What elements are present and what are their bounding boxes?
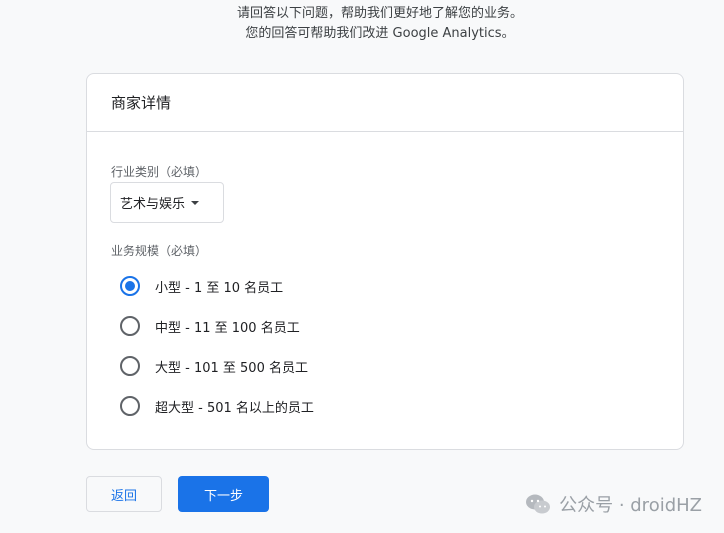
radio-unchecked-icon[interactable] bbox=[120, 356, 140, 376]
intro-line-1: 请回答以下问题，帮助我们更好地了解您的业务。 bbox=[236, 6, 523, 21]
industry-select-value: 艺术与娱乐 bbox=[120, 197, 186, 212]
size-option-large[interactable]: 大型 - 101 至 500 名员工 bbox=[120, 356, 308, 376]
watermark-text: 公众号 · droidHZ bbox=[559, 495, 702, 516]
next-button[interactable]: 下一步 bbox=[178, 476, 269, 512]
size-option-label: 大型 - 101 至 500 名员工 bbox=[155, 360, 308, 376]
industry-label: 行业类别（必填） bbox=[111, 165, 208, 179]
size-option-label: 中型 - 11 至 100 名员工 bbox=[155, 320, 300, 336]
industry-select[interactable]: 艺术与娱乐 bbox=[110, 182, 224, 223]
size-option-label: 超大型 - 501 名以上的员工 bbox=[155, 400, 314, 416]
size-option-small[interactable]: 小型 - 1 至 10 名员工 bbox=[120, 276, 283, 296]
business-details-card: 商家详情 行业类别（必填） 艺术与娱乐 业务规模（必填） 小型 - 1 至 10… bbox=[86, 73, 684, 450]
size-option-xlarge[interactable]: 超大型 - 501 名以上的员工 bbox=[120, 396, 314, 416]
wechat-icon bbox=[526, 494, 551, 514]
card-title: 商家详情 bbox=[87, 74, 683, 132]
size-option-medium[interactable]: 中型 - 11 至 100 名员工 bbox=[120, 316, 300, 336]
watermark: 公众号 · droidHZ bbox=[525, 491, 702, 517]
back-button[interactable]: 返回 bbox=[86, 476, 162, 512]
radio-unchecked-icon[interactable] bbox=[120, 396, 140, 416]
business-size-label: 业务规模（必填） bbox=[111, 244, 208, 258]
intro-line-2: 您的回答可帮助我们改进 Google Analytics。 bbox=[245, 26, 515, 41]
radio-checked-icon[interactable] bbox=[120, 276, 140, 296]
size-option-label: 小型 - 1 至 10 名员工 bbox=[155, 280, 284, 296]
radio-unchecked-icon[interactable] bbox=[120, 316, 140, 336]
caret-down-icon bbox=[191, 200, 200, 205]
intro-text: 请回答以下问题，帮助我们更好地了解您的业务。 您的回答可帮助我们改进 Googl… bbox=[0, 4, 724, 44]
